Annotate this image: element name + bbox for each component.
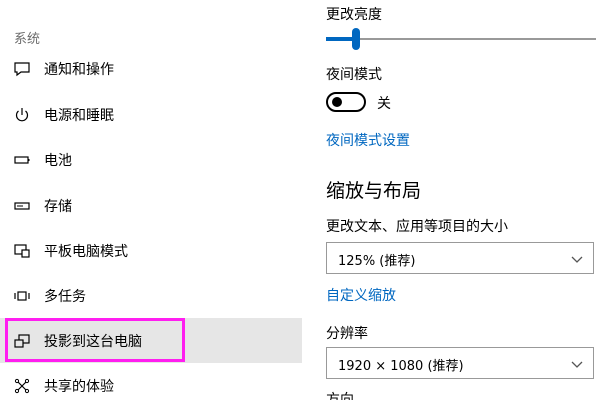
- sidebar-item-power-sleep[interactable]: 电源和睡眠: [0, 92, 302, 137]
- resolution-label: 分辨率: [326, 326, 368, 342]
- power-icon: [12, 105, 32, 125]
- multitasking-icon: [12, 286, 32, 306]
- scale-dropdown-value: 125% (推荐): [338, 254, 416, 269]
- brightness-slider-thumb[interactable]: [351, 28, 360, 50]
- text-size-label: 更改文本、应用等项目的大小: [326, 219, 508, 235]
- main-content: 更改亮度 夜间模式 关 夜间模式设置 缩放与布局 更改文本、应用等项目的大小 1…: [302, 0, 600, 400]
- chevron-down-icon: [571, 256, 583, 263]
- chevron-down-icon: [571, 361, 583, 368]
- settings-window: 系统 通知和操作 电源和睡眠 电池 存储 平板电脑模式 多任务 投影到这台电脑 …: [0, 0, 600, 400]
- sidebar-item-label: 电源和睡眠: [44, 107, 114, 124]
- night-light-label: 夜间模式: [326, 67, 382, 83]
- sidebar-item-label: 通知和操作: [44, 61, 114, 78]
- sidebar: 系统 通知和操作 电源和睡眠 电池 存储 平板电脑模式 多任务 投影到这台电脑 …: [0, 0, 302, 400]
- night-light-toggle-state: 关: [377, 96, 391, 112]
- storage-icon: [12, 196, 32, 216]
- sidebar-item-notifications[interactable]: 通知和操作: [0, 46, 302, 91]
- night-light-toggle[interactable]: [326, 92, 366, 112]
- sidebar-item-storage[interactable]: 存储: [0, 183, 302, 228]
- projecting-icon: [12, 331, 32, 351]
- resolution-dropdown-value: 1920 × 1080 (推荐): [338, 359, 464, 374]
- sidebar-item-label: 投影到这台电脑: [44, 333, 142, 350]
- sidebar-item-multitasking[interactable]: 多任务: [0, 273, 302, 318]
- brightness-slider-track[interactable]: [326, 38, 596, 40]
- brightness-label: 更改亮度: [326, 7, 382, 23]
- sidebar-item-shared-experiences[interactable]: 共享的体验: [0, 363, 302, 400]
- orientation-label: 方向: [326, 392, 354, 400]
- notification-icon: [12, 59, 32, 79]
- night-light-settings-link[interactable]: 夜间模式设置: [326, 130, 410, 150]
- sidebar-item-label: 共享的体验: [44, 378, 114, 395]
- sidebar-item-projecting[interactable]: 投影到这台电脑: [0, 318, 302, 363]
- scale-layout-heading: 缩放与布局: [326, 180, 422, 202]
- toggle-knob: [332, 97, 342, 107]
- scale-dropdown[interactable]: 125% (推荐): [326, 242, 594, 274]
- section-label-system: 系统: [14, 32, 41, 47]
- resolution-dropdown[interactable]: 1920 × 1080 (推荐): [326, 347, 594, 379]
- sidebar-item-label: 平板电脑模式: [44, 243, 128, 260]
- shared-experiences-icon: [12, 376, 32, 396]
- sidebar-item-label: 多任务: [44, 288, 86, 305]
- custom-scaling-link[interactable]: 自定义缩放: [326, 285, 396, 305]
- sidebar-item-label: 存储: [44, 198, 72, 215]
- sidebar-item-tablet-mode[interactable]: 平板电脑模式: [0, 228, 302, 273]
- sidebar-item-label: 电池: [44, 152, 72, 169]
- sidebar-item-battery[interactable]: 电池: [0, 137, 302, 182]
- battery-icon: [12, 150, 32, 170]
- tablet-mode-icon: [12, 241, 32, 261]
